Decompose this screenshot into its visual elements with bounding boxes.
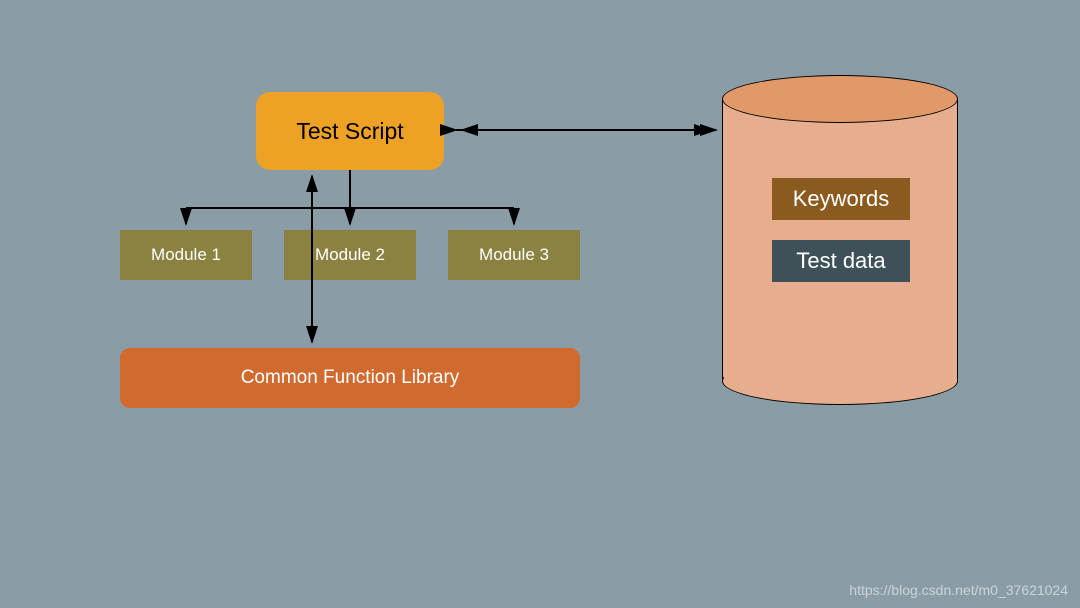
library-label: Common Function Library (241, 367, 460, 389)
keywords-label: Keywords (793, 186, 890, 212)
test-data-label: Test data (796, 248, 885, 274)
watermark-text: https://blog.csdn.net/m0_37621024 (849, 582, 1068, 598)
cylinder-body (722, 99, 958, 379)
module-2-node: Module 2 (284, 230, 416, 280)
test-script-node: Test Script (256, 92, 444, 170)
module-2-label: Module 2 (315, 245, 385, 265)
module-1-node: Module 1 (120, 230, 252, 280)
module-3-label: Module 3 (479, 245, 549, 265)
module-1-label: Module 1 (151, 245, 221, 265)
module-3-node: Module 3 (448, 230, 580, 280)
test-data-box: Test data (772, 240, 910, 282)
cylinder-bottom-fill (724, 357, 957, 381)
test-script-label: Test Script (296, 118, 403, 145)
cylinder-top (722, 75, 958, 123)
common-function-library-node: Common Function Library (120, 348, 580, 408)
keywords-box: Keywords (772, 178, 910, 220)
